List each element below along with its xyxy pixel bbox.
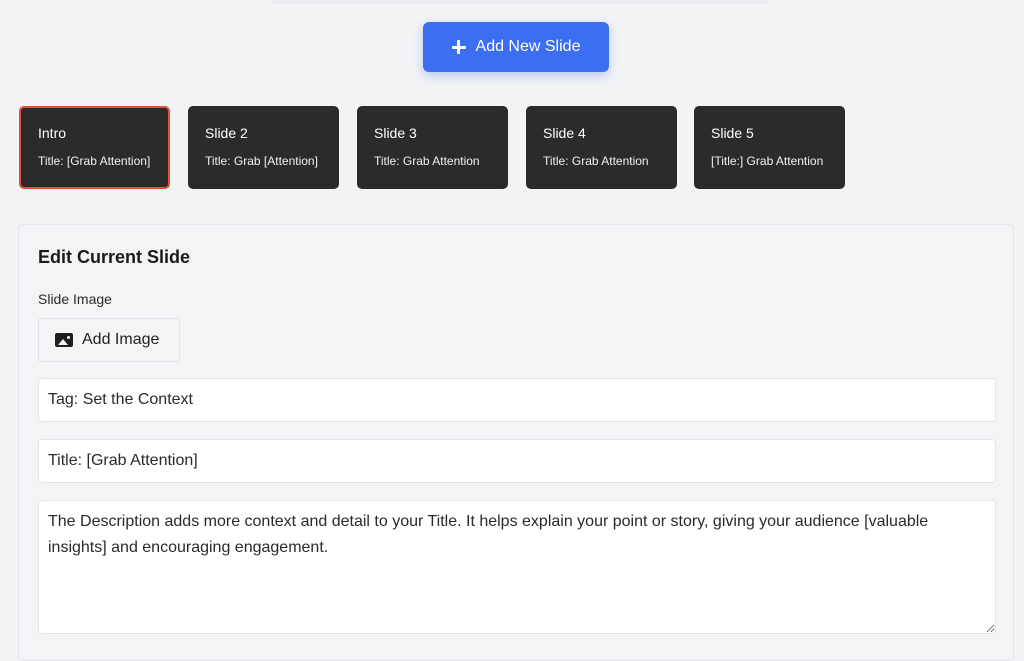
add-new-slide-button[interactable]: Add New Slide: [423, 22, 609, 72]
add-image-button[interactable]: Add Image: [38, 318, 180, 362]
image-icon: [55, 333, 73, 347]
slide-image-label: Slide Image: [38, 291, 112, 307]
description-field[interactable]: The Description adds more context and de…: [38, 500, 996, 634]
slide-name: Slide 5: [711, 125, 754, 141]
slide-subtitle: Title: Grab Attention: [543, 154, 649, 168]
plus-icon: [451, 40, 466, 54]
title-field[interactable]: [38, 439, 996, 483]
slide-name: Slide 3: [374, 125, 417, 141]
add-image-label: Add Image: [82, 331, 160, 348]
slide-card-2[interactable]: Slide 2 Title: Grab [Attention]: [188, 106, 339, 189]
slide-card-3[interactable]: Slide 3 Title: Grab Attention: [357, 106, 508, 189]
edit-slide-panel: Edit Current Slide Slide Image Add Image…: [18, 224, 1014, 661]
top-panel-edge: [270, 0, 770, 4]
slide-subtitle: Title: Grab [Attention]: [205, 154, 318, 168]
edit-slide-heading: Edit Current Slide: [38, 247, 191, 267]
slide-card-intro[interactable]: Intro Title: [Grab Attention]: [19, 106, 170, 189]
slide-card-5[interactable]: Slide 5 [Title:] Grab Attention: [694, 106, 845, 189]
slide-subtitle: Title: [Grab Attention]: [38, 154, 151, 168]
slide-name: Slide 4: [543, 125, 586, 141]
slide-card-4[interactable]: Slide 4 Title: Grab Attention: [526, 106, 677, 189]
slide-name: Intro: [38, 125, 67, 141]
slide-subtitle: [Title:] Grab Attention: [711, 154, 824, 168]
add-new-slide-label: Add New Slide: [475, 38, 581, 55]
tag-field[interactable]: [38, 378, 996, 422]
slide-subtitle: Title: Grab Attention: [374, 154, 480, 168]
slide-name: Slide 2: [205, 125, 248, 141]
